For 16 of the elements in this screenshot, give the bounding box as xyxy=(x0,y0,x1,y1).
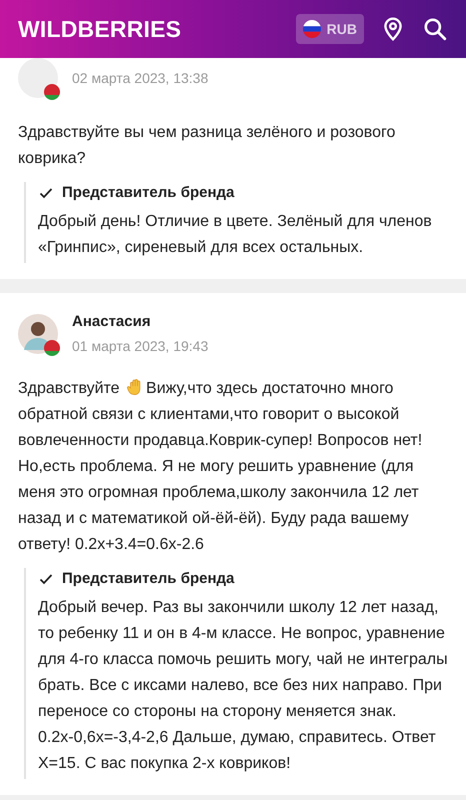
answer-author: Представитель бренда xyxy=(62,570,234,587)
logo[interactable]: WILDBERRIES xyxy=(18,16,182,42)
answer-text: Добрый вечер. Раз вы закончили школу 12 лет назад, то ребенку 11 и он в 4-м классе. Не вопрос, уравнение для 4-го класса помочь решить могу, чай не интегралы брать. Все с иксами налево, все без них направо. При переносе со стороны на сторону меняется знак. 0.2х-0,6х=-3,4-2,6 Дальше, думаю, справитесь. Ответ Х=15. С вас покупка 2-х ковриков! xyxy=(38,598,448,774)
answer-text: Добрый день! Отличие в цвете. Зелёный для членов «Гринпис», сиреневый для всех остальных. xyxy=(38,212,433,258)
review-date: 02 марта 2023, 13:38 xyxy=(72,70,208,86)
flag-icon xyxy=(302,20,321,38)
author-name: Анастасия xyxy=(72,313,152,330)
flag-icon xyxy=(44,340,60,356)
flag-icon xyxy=(44,84,60,100)
review-date: 01 марта 2023, 19:43 xyxy=(72,338,208,354)
currency-button[interactable]: RUB xyxy=(296,14,364,44)
avatar xyxy=(18,58,58,98)
question-text: Здравствуйте вы чем разница зелёного и розового коврика? xyxy=(18,123,396,169)
question-text: Здравствуйте Вижу,что здесь достаточно много обратной связи с клиентами,что говорит о высокой вовлеченности продавца.Коврик-супер! Вопросов нет! Но,есть проблема. Я не могу решить уравнение (для меня это огромная проблема,школу закончила 12 лет назад и с математикой ой-ёй-ёй). Буду рада вашему ответу! 0.2х+3.4=0.6х-2.6 xyxy=(18,377,424,555)
answer-author: Представитель бренда xyxy=(62,184,234,201)
search-icon[interactable] xyxy=(422,16,448,42)
